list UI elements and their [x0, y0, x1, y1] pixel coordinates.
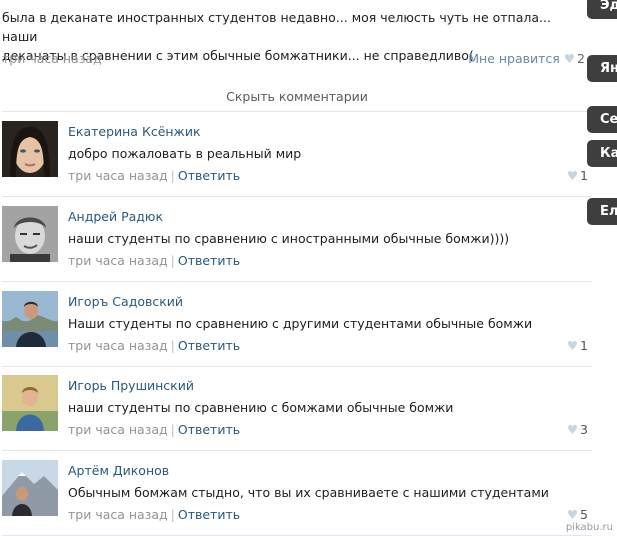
reply-link[interactable]: Ответить [178, 422, 240, 437]
avatar[interactable] [2, 206, 58, 262]
side-button-5[interactable]: Ел [587, 198, 617, 225]
avatar[interactable] [2, 375, 58, 431]
post-text-line-1: была в деканате иностранных студентов не… [2, 10, 551, 44]
reply-link[interactable]: Ответить [178, 338, 240, 353]
comment-time[interactable]: три часа назад [68, 168, 168, 183]
watermark: pikabu.ru [565, 522, 613, 533]
like-count: 1 [580, 168, 588, 183]
comment-meta: три часа назад | Ответить [68, 422, 240, 437]
comment-time[interactable]: три часа назад [68, 253, 168, 268]
comment-author[interactable]: Екатерина Ксёнжик [68, 124, 201, 139]
comment-item: Игорь Прушинский наши студенты по сравне… [2, 365, 592, 451]
comment-item: Андрей Радюк наши студенты по сравнению … [2, 196, 592, 282]
comment-like-button[interactable]: ♥ 1 [567, 338, 588, 353]
heart-icon: ♥ [566, 168, 579, 183]
side-button-3[interactable]: Се [587, 106, 617, 133]
comment-item: Екатерина Ксёнжик добро пожаловать в реа… [2, 111, 592, 197]
heart-icon: ♥ [566, 338, 579, 353]
side-button-4[interactable]: Ка [587, 140, 617, 167]
comment-like-button[interactable]: ♥ 5 [567, 507, 588, 522]
comment-item: Игоръ Садовский Наши студенты по сравнен… [2, 281, 592, 367]
avatar[interactable] [2, 460, 58, 516]
comment-text: добро пожаловать в реальный мир [68, 146, 302, 161]
separator: | [170, 422, 175, 437]
hide-comments-link[interactable]: Скрыть комментарии [2, 85, 592, 112]
comment-author[interactable]: Артём Диконов [68, 463, 169, 478]
comment-text: Наши студенты по сравнению с другими сту… [68, 316, 533, 331]
separator: | [170, 507, 175, 522]
reply-link[interactable]: Ответить [178, 253, 240, 268]
avatar[interactable] [2, 291, 58, 347]
comment-item: Артём Диконов Обычным бомжам стыдно, что… [2, 450, 592, 536]
comment-time[interactable]: три часа назад [68, 338, 168, 353]
like-count: 1 [580, 338, 588, 353]
like-count: 2 [577, 51, 585, 66]
like-count: 5 [580, 507, 588, 522]
comment-like-button[interactable]: ♥ 3 [567, 422, 588, 437]
avatar-image [2, 121, 58, 177]
comment-text: Обычным бомжам стыдно, что вы их сравнив… [68, 485, 549, 500]
comment-time[interactable]: три часа назад [68, 507, 168, 522]
heart-icon: ♥ [566, 507, 579, 522]
post-time[interactable]: три часа назад [2, 51, 102, 66]
separator: | [170, 253, 175, 268]
side-button-1[interactable]: Эд [587, 0, 617, 19]
side-button-2[interactable]: Ян [587, 55, 617, 82]
reply-link[interactable]: Ответить [178, 168, 240, 183]
avatar-image [2, 375, 58, 431]
comment-author[interactable]: Андрей Радюк [68, 209, 163, 224]
post-like-button[interactable]: Мне нравится ♥ 2 [468, 51, 585, 66]
comment-like-button[interactable]: ♥ 1 [567, 168, 588, 183]
separator: | [170, 338, 175, 353]
like-count: 3 [580, 422, 588, 437]
reply-link[interactable]: Ответить [178, 507, 240, 522]
separator: | [170, 168, 175, 183]
heart-icon: ♥ [563, 51, 576, 66]
comment-text: наши студенты по сравнению с бомжами обы… [68, 400, 454, 415]
like-label: Мне нравится [468, 51, 560, 66]
comment-author[interactable]: Игоръ Садовский [68, 294, 183, 309]
heart-icon: ♥ [566, 422, 579, 437]
comment-author[interactable]: Игорь Прушинский [68, 378, 194, 393]
comment-meta: три часа назад | Ответить [68, 507, 240, 522]
comment-meta: три часа назад | Ответить [68, 168, 240, 183]
comment-time[interactable]: три часа назад [68, 422, 168, 437]
comment-meta: три часа назад | Ответить [68, 253, 240, 268]
comment-meta: три часа назад | Ответить [68, 338, 240, 353]
comment-text: наши студенты по сравнению с иностранным… [68, 231, 510, 246]
avatar-image [2, 460, 58, 516]
avatar-image [2, 206, 58, 262]
avatar-image [2, 291, 58, 347]
avatar[interactable] [2, 121, 58, 177]
